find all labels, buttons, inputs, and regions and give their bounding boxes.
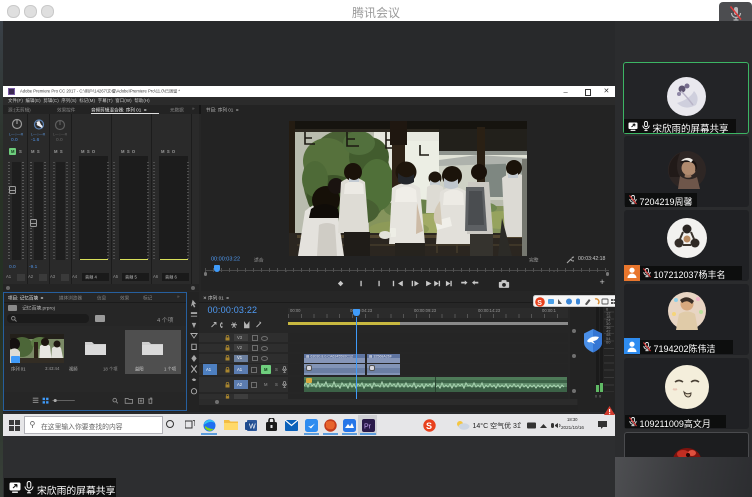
svg-text:S: S (537, 299, 542, 306)
svg-text:W: W (249, 423, 256, 430)
svg-text:S: S (426, 421, 432, 431)
svg-text:Pr: Pr (364, 423, 372, 430)
